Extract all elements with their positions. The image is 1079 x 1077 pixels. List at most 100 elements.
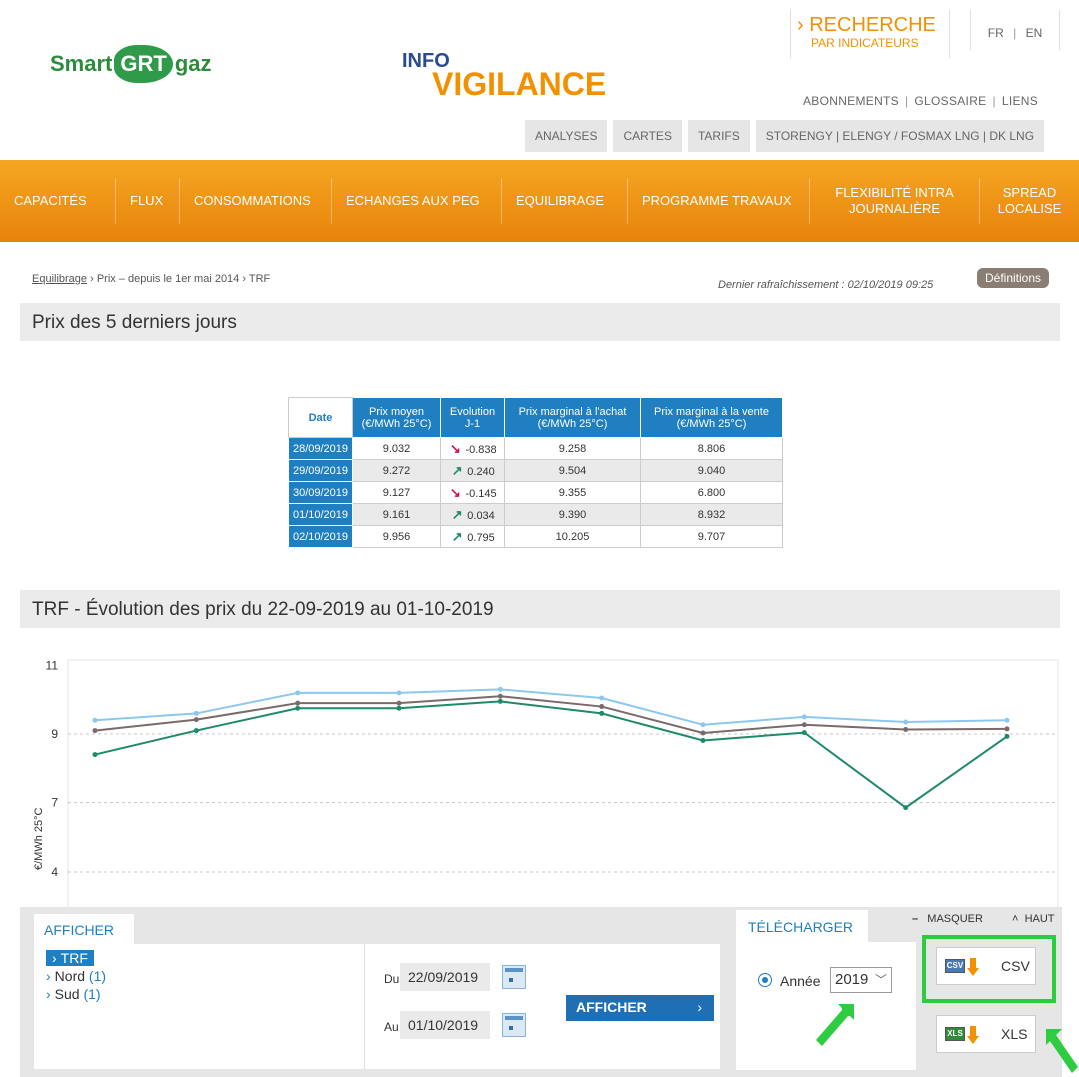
afficher-button[interactable]: AFFICHER › [566, 995, 714, 1021]
data-point[interactable] [801, 714, 807, 720]
col-date: Date [288, 397, 353, 438]
data-point[interactable] [700, 722, 706, 728]
highlight-box [922, 935, 1056, 1003]
definitions-button[interactable]: Définitions [977, 268, 1050, 288]
breadcrumb: Equilibrage › Prix – depuis le 1er mai 2… [32, 273, 270, 285]
nav-consommations[interactable]: CONSOMMATIONS [180, 178, 332, 224]
cell-evolution: ↗ 0.034 [440, 503, 505, 526]
data-point[interactable] [92, 728, 98, 734]
data-point[interactable] [599, 710, 605, 716]
cell-date: 02/10/2019 [288, 525, 353, 548]
filter-nord[interactable]: › Nord (1) [46, 968, 106, 984]
prices-table: Date Prix moyen (€/MWh 25°C) Evolution J… [288, 397, 783, 548]
data-point[interactable] [903, 805, 909, 811]
data-point[interactable] [396, 700, 402, 706]
recherche-link[interactable]: › RECHERCHE PAR INDICATEURS [790, 10, 950, 58]
lang-fr[interactable]: FR [988, 26, 1004, 40]
y-tick-label: 4 [51, 865, 58, 879]
cell-date: 28/09/2019 [288, 437, 353, 460]
cell-evolution: ↘ -0.145 [440, 481, 505, 504]
nav-programme-travaux[interactable]: PROGRAMME TRAVAUX [628, 178, 810, 224]
section-title-evolution: TRF - Évolution des prix du 22-09-2019 a… [20, 590, 1060, 628]
subtab-tarifs[interactable]: TARIFS [687, 120, 750, 152]
masquer-link[interactable]: – MASQUER [912, 913, 983, 925]
data-point[interactable] [903, 719, 909, 725]
cell-vente: 8.932 [640, 503, 783, 526]
recherche-subtitle: PAR INDICATEURS [811, 36, 919, 50]
filter-trf[interactable]: › TRF [46, 950, 94, 966]
chevron-down-icon: ﹀ [874, 973, 887, 987]
subtab-storengy[interactable]: STORENGY | ELENGY / FOSMAX LNG | DK LNG [755, 120, 1045, 152]
haut-link[interactable]: ˄ HAUT [1012, 913, 1055, 925]
xls-label: XLS [1001, 1026, 1028, 1042]
subtab-cartes[interactable]: CARTES [613, 120, 682, 152]
data-point[interactable] [295, 705, 301, 711]
calendar-icon[interactable] [502, 1013, 526, 1037]
last-refresh: Dernier rafraîchissement : 02/10/2019 09… [718, 279, 934, 291]
data-point[interactable] [599, 695, 605, 701]
cell-evolution: ↗ 0.795 [440, 525, 505, 548]
data-point[interactable] [396, 705, 402, 711]
data-point[interactable] [295, 690, 301, 696]
data-point[interactable] [700, 738, 706, 744]
annee-radio[interactable] [758, 973, 772, 987]
arrow-up-icon: ↗ [451, 528, 463, 544]
vigilance-label: VIGILANCE [432, 66, 607, 102]
data-point[interactable] [193, 710, 199, 716]
data-point[interactable] [599, 704, 605, 710]
lang-en[interactable]: EN [1026, 26, 1043, 40]
tab-afficher[interactable]: AFFICHER [34, 914, 134, 944]
top-links: ABONNEMENTS | GLOSSAIRE | LIENS [803, 94, 1039, 108]
link-glossaire[interactable]: GLOSSAIRE [914, 94, 986, 108]
data-point[interactable] [92, 752, 98, 758]
annee-select[interactable]: 2019 ﹀ [830, 967, 892, 993]
chevron-right-icon: › [52, 950, 57, 966]
recherche-title: › RECHERCHE [797, 14, 936, 36]
cell-moyen: 9.956 [352, 525, 441, 548]
tab-telecharger[interactable]: TÉLÉCHARGER [736, 910, 868, 942]
date-au-input[interactable]: 01/10/2019 [400, 1011, 490, 1039]
nav-echanges-peg[interactable]: ECHANGES AUX PEG [332, 178, 502, 224]
data-point[interactable] [396, 690, 402, 696]
data-point[interactable] [903, 727, 909, 733]
cell-achat: 9.258 [504, 437, 641, 460]
data-point[interactable] [700, 730, 706, 736]
data-point[interactable] [497, 698, 503, 704]
data-point[interactable] [1004, 726, 1010, 732]
nav-flexibilite[interactable]: FLEXIBILITÉ INTRA JOURNALIÈRE [810, 178, 980, 224]
cell-evolution: ↘ -0.838 [440, 437, 505, 460]
nav-spread-localise[interactable]: SPREAD LOCALISE [980, 178, 1079, 224]
data-point[interactable] [193, 728, 199, 734]
main-nav: CAPACITÉS FLUX CONSOMMATIONS ECHANGES AU… [0, 160, 1079, 242]
filter-sud[interactable]: › Sud (1) [46, 986, 106, 1002]
data-point[interactable] [1004, 717, 1010, 723]
data-point[interactable] [1004, 733, 1010, 739]
table-row: 01/10/2019 9.161 ↗ 0.034 9.390 8.932 [288, 503, 783, 526]
divider [364, 944, 365, 1069]
cell-moyen: 9.161 [352, 503, 441, 526]
data-point[interactable] [193, 717, 199, 723]
section-title-prix: Prix des 5 derniers jours [20, 303, 1060, 341]
link-abonnements[interactable]: ABONNEMENTS [803, 94, 899, 108]
data-point[interactable] [497, 686, 503, 692]
data-point[interactable] [295, 700, 301, 706]
nav-equilibrage[interactable]: EQUILIBRAGE [502, 178, 628, 224]
xls-download-button[interactable]: XLS XLS [936, 1015, 1036, 1053]
data-point[interactable] [497, 693, 503, 699]
data-point[interactable] [92, 717, 98, 723]
nav-capacites[interactable]: CAPACITÉS [0, 178, 116, 224]
subtabs: ANALYSES CARTES TARIFS STORENGY | ELENGY… [525, 120, 1050, 152]
date-du-input[interactable]: 22/09/2019 [400, 963, 490, 991]
col-prix-moyen: Prix moyen (€/MWh 25°C) [352, 397, 441, 438]
calendar-icon[interactable] [502, 965, 526, 989]
data-point[interactable] [801, 730, 807, 736]
plot-area [67, 659, 1059, 908]
link-liens[interactable]: LIENS [1002, 94, 1038, 108]
breadcrumb-equilibrage[interactable]: Equilibrage [32, 273, 87, 285]
y-tick-label: 7 [51, 796, 58, 810]
grtgaz-logo[interactable]: Smart GRT gaz [50, 45, 212, 83]
nav-flux[interactable]: FLUX [116, 178, 180, 224]
arrow-down-icon: ↘ [449, 440, 461, 456]
data-point[interactable] [801, 722, 807, 728]
subtab-analyses[interactable]: ANALYSES [525, 120, 608, 152]
